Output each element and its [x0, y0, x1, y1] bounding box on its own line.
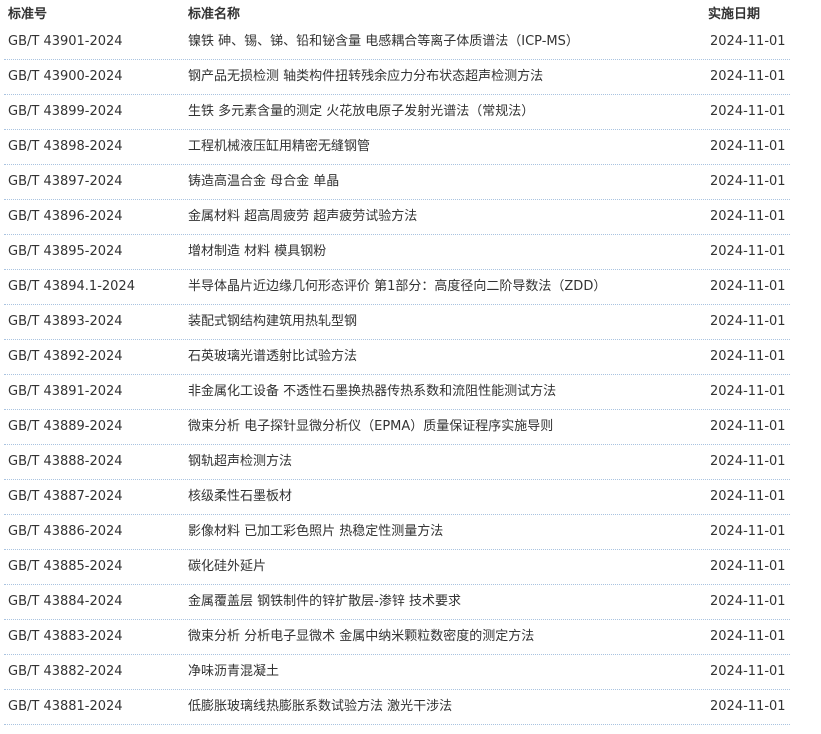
table-row[interactable]: GB/T 43888-2024 钢轨超声检测方法 2024-11-01: [4, 445, 790, 480]
standard-code[interactable]: GB/T 43893-2024: [8, 313, 123, 331]
column-header-name: 标准名称: [188, 7, 241, 22]
implementation-date: 2024-11-01: [710, 209, 786, 224]
standard-name-link[interactable]: 半导体晶片近边缘几何形态评价 第1部分：高度径向二阶导数法（ZDD）: [188, 278, 606, 296]
standard-code[interactable]: GB/T 43883-2024: [8, 628, 123, 646]
standard-name-link[interactable]: 工程机械液压缸用精密无缝钢管: [188, 138, 370, 156]
implementation-date: 2024-11-01: [710, 174, 786, 189]
table-row[interactable]: GB/T 43883-2024 微束分析 分析电子显微术 金属中纳米颗粒数密度的测…: [4, 620, 790, 655]
standard-code[interactable]: GB/T 43899-2024: [8, 103, 123, 121]
standard-code[interactable]: GB/T 43894.1-2024: [8, 278, 135, 296]
standard-name-link[interactable]: 增材制造 材料 模具钢粉: [188, 243, 326, 261]
implementation-date: 2024-11-01: [710, 699, 786, 714]
table-row[interactable]: GB/T 43898-2024 工程机械液压缸用精密无缝钢管 2024-11-01: [4, 130, 790, 165]
table-row[interactable]: GB/T 43894.1-2024 半导体晶片近边缘几何形态评价 第1部分：高度径…: [4, 270, 790, 305]
standard-name-link[interactable]: 生铁 多元素含量的测定 火花放电原子发射光谱法（常规法）: [188, 103, 534, 121]
implementation-date: 2024-11-01: [710, 419, 786, 434]
table-row[interactable]: GB/T 43886-2024 影像材料 已加工彩色照片 热稳定性测量方法 2024…: [4, 515, 790, 550]
standard-name-link[interactable]: 装配式钢结构建筑用热轧型钢: [188, 313, 357, 331]
standard-name-link[interactable]: 低膨胀玻璃线热膨胀系数试验方法 激光干涉法: [188, 698, 452, 716]
implementation-date: 2024-11-01: [710, 384, 786, 399]
implementation-date: 2024-11-01: [710, 69, 786, 84]
implementation-date: 2024-11-01: [710, 524, 786, 539]
table-row[interactable]: GB/T 43896-2024 金属材料 超高周疲劳 超声疲劳试验方法 2024-1…: [4, 200, 790, 235]
table-row[interactable]: GB/T 43885-2024 碳化硅外延片 2024-11-01: [4, 550, 790, 585]
implementation-date: 2024-11-01: [710, 34, 786, 49]
implementation-date: 2024-11-01: [710, 349, 786, 364]
table-row[interactable]: GB/T 43882-2024 净味沥青混凝土 2024-11-01: [4, 655, 790, 690]
standard-name-link[interactable]: 石英玻璃光谱透射比试验方法: [188, 348, 357, 366]
implementation-date: 2024-11-01: [710, 629, 786, 644]
table-row[interactable]: GB/T 43897-2024 铸造高温合金 母合金 单晶 2024-11-01: [4, 165, 790, 200]
implementation-date: 2024-11-01: [710, 559, 786, 574]
table-row[interactable]: GB/T 43900-2024 钢产品无损检测 轴类构件扭转残余应力分布状态超声检…: [4, 60, 790, 95]
table-row[interactable]: GB/T 43892-2024 石英玻璃光谱透射比试验方法 2024-11-01: [4, 340, 790, 375]
standard-name-link[interactable]: 铸造高温合金 母合金 单晶: [188, 173, 339, 191]
table-row[interactable]: GB/T 43899-2024 生铁 多元素含量的测定 火花放电原子发射光谱法（常…: [4, 95, 790, 130]
standard-code[interactable]: GB/T 43889-2024: [8, 418, 123, 436]
standard-code[interactable]: GB/T 43887-2024: [8, 488, 123, 506]
standard-code[interactable]: GB/T 43900-2024: [8, 68, 123, 86]
table-row[interactable]: GB/T 43881-2024 低膨胀玻璃线热膨胀系数试验方法 激光干涉法 2024…: [4, 690, 790, 725]
standard-name-link[interactable]: 金属材料 超高周疲劳 超声疲劳试验方法: [188, 208, 417, 226]
standard-code[interactable]: GB/T 43885-2024: [8, 558, 123, 576]
standard-code[interactable]: GB/T 43884-2024: [8, 593, 123, 611]
table-header: 标准号 标准名称 实施日期: [0, 0, 821, 25]
implementation-date: 2024-11-01: [710, 104, 786, 119]
table-row[interactable]: GB/T 43884-2024 金属覆盖层 钢铁制件的锌扩散层-渗锌 技术要求 20…: [4, 585, 790, 620]
standards-table: 标准号 标准名称 实施日期 GB/T 43901-2024 镍铁 砷、锡、锑、铅和…: [0, 0, 821, 725]
standard-name-link[interactable]: 镍铁 砷、锡、锑、铅和铋含量 电感耦合等离子体质谱法（ICP-MS）: [188, 33, 579, 51]
standard-name-link[interactable]: 微束分析 电子探针显微分析仪（EPMA）质量保证程序实施导则: [188, 418, 553, 436]
column-header-date: 实施日期: [708, 7, 761, 22]
standard-code[interactable]: GB/T 43888-2024: [8, 453, 123, 471]
standard-name-link[interactable]: 核级柔性石墨板材: [188, 488, 292, 506]
implementation-date: 2024-11-01: [710, 244, 786, 259]
standard-name-link[interactable]: 微束分析 分析电子显微术 金属中纳米颗粒数密度的测定方法: [188, 628, 534, 646]
implementation-date: 2024-11-01: [710, 314, 786, 329]
table-row[interactable]: GB/T 43893-2024 装配式钢结构建筑用热轧型钢 2024-11-01: [4, 305, 790, 340]
standard-name-link[interactable]: 影像材料 已加工彩色照片 热稳定性测量方法: [188, 523, 443, 541]
column-header-code: 标准号: [8, 7, 48, 22]
standard-code[interactable]: GB/T 43892-2024: [8, 348, 123, 366]
implementation-date: 2024-11-01: [710, 664, 786, 679]
standard-code[interactable]: GB/T 43895-2024: [8, 243, 123, 261]
standard-code[interactable]: GB/T 43901-2024: [8, 33, 123, 51]
standard-code[interactable]: GB/T 43882-2024: [8, 663, 123, 681]
table-row[interactable]: GB/T 43889-2024 微束分析 电子探针显微分析仪（EPMA）质量保证程…: [4, 410, 790, 445]
standard-name-link[interactable]: 金属覆盖层 钢铁制件的锌扩散层-渗锌 技术要求: [188, 593, 461, 611]
implementation-date: 2024-11-01: [710, 454, 786, 469]
implementation-date: 2024-11-01: [710, 594, 786, 609]
standard-code[interactable]: GB/T 43896-2024: [8, 208, 123, 226]
standard-code[interactable]: GB/T 43886-2024: [8, 523, 123, 541]
standard-name-link[interactable]: 钢轨超声检测方法: [188, 453, 292, 471]
implementation-date: 2024-11-01: [710, 279, 786, 294]
standard-code[interactable]: GB/T 43898-2024: [8, 138, 123, 156]
standard-code[interactable]: GB/T 43891-2024: [8, 383, 123, 401]
implementation-date: 2024-11-01: [710, 489, 786, 504]
table-row[interactable]: GB/T 43887-2024 核级柔性石墨板材 2024-11-01: [4, 480, 790, 515]
table-body: GB/T 43901-2024 镍铁 砷、锡、锑、铅和铋含量 电感耦合等离子体质谱…: [0, 25, 821, 725]
standard-code[interactable]: GB/T 43897-2024: [8, 173, 123, 191]
standard-code[interactable]: GB/T 43881-2024: [8, 698, 123, 716]
implementation-date: 2024-11-01: [710, 139, 786, 154]
standard-name-link[interactable]: 净味沥青混凝土: [188, 663, 279, 681]
standard-name-link[interactable]: 非金属化工设备 不透性石墨换热器传热系数和流阻性能测试方法: [188, 383, 556, 401]
table-row[interactable]: GB/T 43895-2024 增材制造 材料 模具钢粉 2024-11-01: [4, 235, 790, 270]
standard-name-link[interactable]: 碳化硅外延片: [188, 558, 266, 576]
table-row[interactable]: GB/T 43901-2024 镍铁 砷、锡、锑、铅和铋含量 电感耦合等离子体质谱…: [4, 25, 790, 60]
table-row[interactable]: GB/T 43891-2024 非金属化工设备 不透性石墨换热器传热系数和流阻性能…: [4, 375, 790, 410]
standard-name-link[interactable]: 钢产品无损检测 轴类构件扭转残余应力分布状态超声检测方法: [188, 68, 543, 86]
